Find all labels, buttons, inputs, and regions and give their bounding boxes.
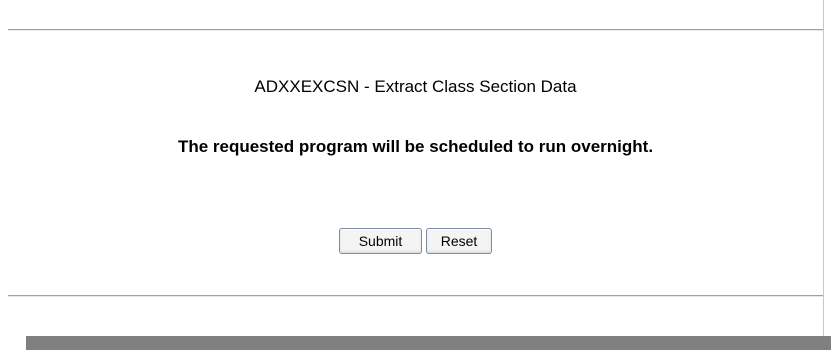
reset-button[interactable]: Reset — [426, 228, 492, 254]
button-row: Submit Reset — [0, 228, 831, 254]
window-right-edge — [823, 0, 831, 350]
top-divider — [8, 29, 823, 31]
page-title: ADXXEXCSN - Extract Class Section Data — [254, 77, 577, 96]
submit-button[interactable]: Submit — [339, 228, 422, 254]
window-shadow-bar — [26, 336, 831, 350]
page: ADXXEXCSN - Extract Class Section Data T… — [0, 0, 831, 350]
bottom-divider — [8, 295, 823, 297]
schedule-message: The requested program will be scheduled … — [177, 137, 654, 156]
